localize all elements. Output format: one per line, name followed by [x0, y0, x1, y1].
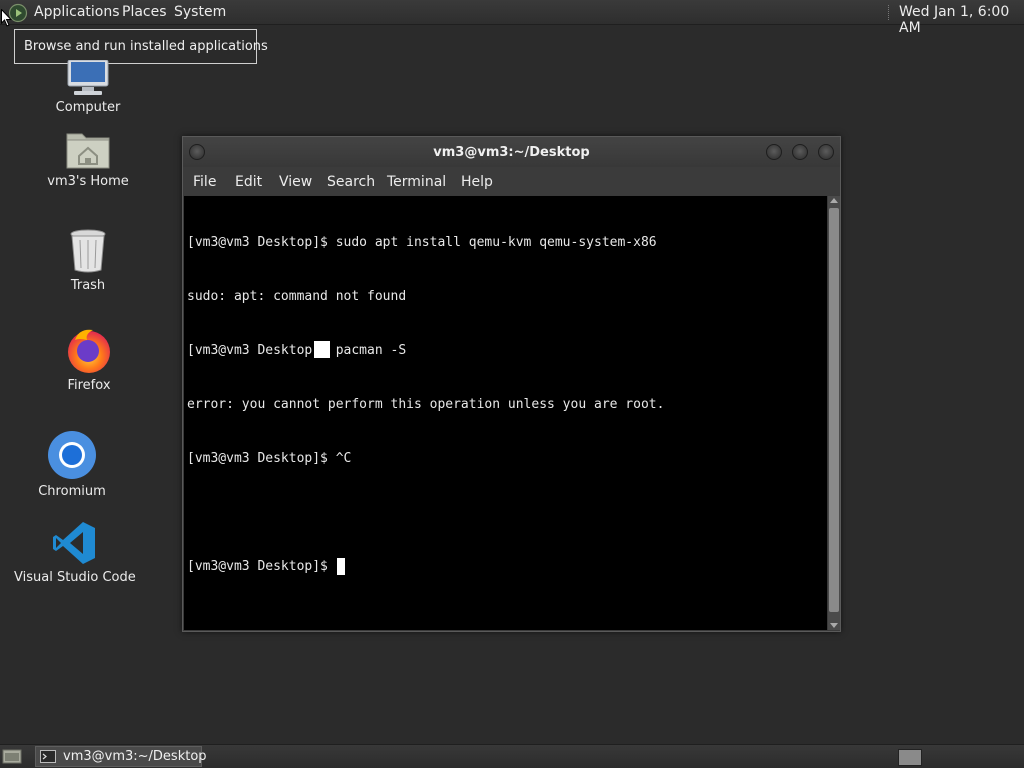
terminal-icon	[40, 750, 56, 763]
clock[interactable]: Wed Jan 1, 6:00 AM	[899, 4, 1024, 36]
vscode-icon	[53, 522, 95, 564]
desktop-icon-trash[interactable]: Trash	[28, 228, 148, 293]
terminal-line: [vm3@vm3 Desktop]$ pacman -S	[187, 343, 407, 358]
scroll-down-arrow-icon[interactable]	[830, 623, 838, 628]
taskbar-terminal-button[interactable]: vm3@vm3:~/Desktop	[35, 746, 207, 767]
minimize-button[interactable]	[766, 144, 782, 160]
maximize-button[interactable]	[792, 144, 808, 160]
menu-terminal[interactable]: Terminal	[387, 174, 446, 190]
terminal-output[interactable]: [vm3@vm3 Desktop]$ sudo apt install qemu…	[184, 196, 827, 630]
places-menu[interactable]: Places	[122, 4, 167, 20]
window-title: vm3@vm3:~/Desktop	[433, 145, 590, 160]
scroll-thumb[interactable]	[829, 208, 839, 612]
computer-monitor-icon	[67, 60, 109, 95]
menu-bar: File Edit View Search Terminal Help	[183, 167, 840, 195]
tooltip: Browse and run installed applications	[14, 29, 268, 64]
terminal-line: sudo: apt: command not found	[187, 289, 407, 304]
terminal-prompt-line: [vm3@vm3 Desktop]$	[187, 558, 664, 576]
desktop-icon-label: vm3's Home	[47, 174, 129, 189]
terminal-lines: [vm3@vm3 Desktop]$ sudo apt install qemu…	[187, 198, 664, 612]
desktop-icon-chromium[interactable]: Chromium	[12, 430, 132, 499]
firefox-icon	[68, 329, 110, 373]
menu-search[interactable]: Search	[327, 174, 375, 190]
trash-can-icon	[70, 229, 106, 273]
mouse-pointer-icon	[1, 9, 12, 27]
show-desktop-icon[interactable]	[2, 748, 22, 764]
terminal-line: [vm3@vm3 Desktop]$ sudo apt install qemu…	[187, 235, 657, 250]
chromium-icon	[48, 431, 96, 479]
desktop-icon-label: Chromium	[38, 484, 106, 499]
bottom-panel: vm3@vm3:~/Desktop	[0, 744, 1024, 768]
desktop-icon-label: Firefox	[67, 378, 111, 393]
desktop-icon-vscode[interactable]: Visual Studio Code	[14, 520, 136, 585]
terminal-window[interactable]: vm3@vm3:~/Desktop File Edit View Search …	[182, 136, 841, 632]
scroll-up-arrow-icon[interactable]	[830, 198, 838, 203]
applications-menu[interactable]: Applications	[34, 4, 120, 20]
text-cursor	[336, 558, 345, 575]
desktop-icon-label: Trash	[70, 278, 106, 293]
top-panel: Applications Places System Wed Jan 1, 6:…	[0, 0, 1024, 36]
menu-view[interactable]: View	[279, 174, 312, 190]
desktop-icon-firefox[interactable]: Firefox	[29, 326, 149, 393]
panel-separator	[888, 5, 891, 20]
home-folder-icon	[66, 133, 110, 169]
pointer-block-cursor	[314, 341, 330, 358]
menu-file[interactable]: File	[193, 174, 216, 190]
menu-edit[interactable]: Edit	[235, 174, 262, 190]
close-button[interactable]	[818, 144, 834, 160]
menu-help[interactable]: Help	[461, 174, 493, 190]
terminal-line: [vm3@vm3 Desktop]$ ^C	[187, 451, 352, 466]
workspace-switcher[interactable]	[898, 749, 922, 766]
terminal-prompt: [vm3@vm3 Desktop]$	[187, 559, 336, 574]
desktop-icon-label: Computer	[55, 100, 121, 115]
system-menu[interactable]: System	[174, 4, 226, 20]
desktop-icon-home[interactable]: vm3's Home	[28, 128, 148, 189]
title-bar[interactable]: vm3@vm3:~/Desktop	[183, 137, 840, 167]
desktop-icon-computer[interactable]: Computer	[28, 60, 148, 115]
taskbar-button-label: vm3@vm3:~/Desktop	[63, 749, 207, 764]
terminal-line: error: you cannot perform this operation…	[187, 397, 665, 412]
scrollbar[interactable]	[828, 196, 840, 630]
desktop-icon-label: Visual Studio Code	[14, 570, 136, 585]
